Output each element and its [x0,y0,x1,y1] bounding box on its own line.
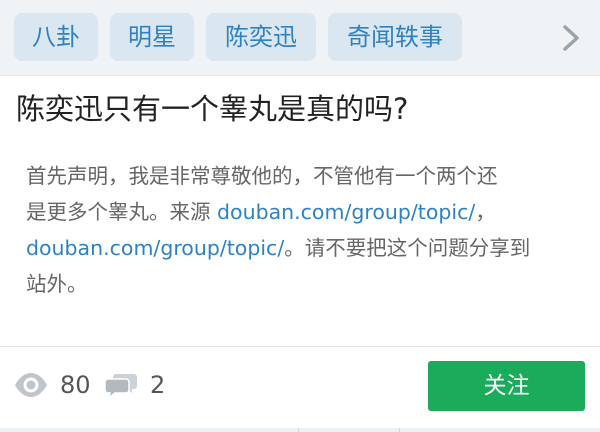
description-text: 。请不要把这个问题分享到 [284,236,531,260]
topic-tag-bar: 八卦 明星 陈奕迅 奇闻轶事 [0,0,600,76]
source-link[interactable]: douban.com/group/topic/ [26,236,284,260]
bottom-divider [298,428,299,432]
topic-tag-eason-chan[interactable]: 陈奕迅 [206,13,316,61]
description-line: douban.com/group/topic/。请不要把这个问题分享到 [26,230,576,266]
description-line: 首先声明，我是非常尊敬他的，不管他有一个两个还 [26,164,498,188]
topic-tag-celebrity[interactable]: 明星 [110,13,194,61]
follow-button[interactable]: 关注 [428,361,585,411]
speech-bubbles-icon [104,374,137,399]
bottom-bar [0,428,600,432]
description-line: 站外。 [26,272,88,296]
chevron-right-icon[interactable] [556,22,586,54]
question-title[interactable]: 陈奕迅只有一个睾丸是真的吗? [16,88,586,130]
description-line: 是更多个睾丸。来源 douban.com/group/topic/， [26,194,576,230]
bottom-divider [399,428,400,432]
comment-count: 2 [150,371,166,399]
divider [0,346,600,347]
description-text: ， [475,200,496,224]
topic-tag-gossip[interactable]: 八卦 [14,13,98,61]
source-link[interactable]: douban.com/group/topic/ [217,200,475,224]
eye-icon [15,373,47,397]
description-text: 是更多个睾丸。来源 [26,200,218,224]
view-count: 80 [60,371,91,399]
topic-tag-oddities[interactable]: 奇闻轶事 [328,13,462,61]
question-description: 首先声明，我是非常尊敬他的，不管他有一个两个还 是更多个睾丸。来源 douban… [26,158,576,302]
